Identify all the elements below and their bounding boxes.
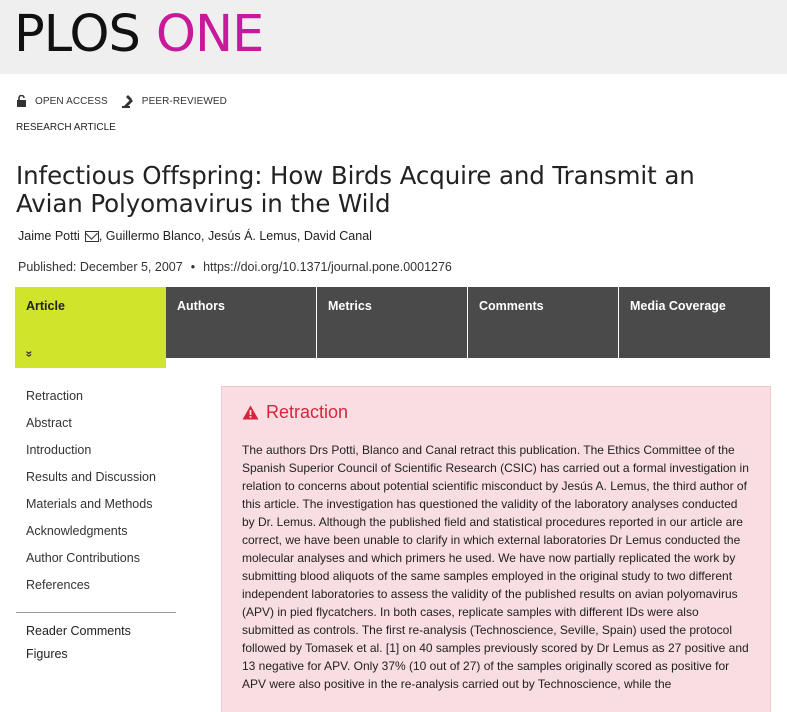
article-title: Infectious Offspring: How Birds Acquire …: [16, 161, 695, 218]
tab-article-label: Article: [26, 299, 65, 313]
nav-item-introduction[interactable]: Introduction: [26, 443, 186, 470]
tab-comments-label: Comments: [479, 299, 544, 313]
open-access-badge[interactable]: OPEN ACCESS: [16, 95, 108, 107]
nav-item-abstract[interactable]: Abstract: [26, 416, 186, 443]
mail-icon[interactable]: [84, 230, 99, 242]
nav-item-results-discussion[interactable]: Results and Discussion: [26, 470, 186, 497]
peer-review-icon: [121, 95, 133, 108]
retraction-body: The authors Drs Potti, Blanco and Canal …: [242, 443, 749, 691]
access-badges: OPEN ACCESS PEER-REVIEWED: [16, 93, 241, 109]
tab-authors[interactable]: Authors: [166, 287, 316, 358]
nav-item-author-contributions[interactable]: Author Contributions: [26, 551, 186, 578]
tab-media-coverage-label: Media Coverage: [630, 299, 726, 313]
tab-comments[interactable]: Comments: [468, 287, 618, 358]
author-lemus[interactable]: Jesús Á. Lemus: [208, 229, 297, 243]
retraction-notice: Retraction The authors Drs Potti, Blanco…: [221, 386, 771, 712]
tab-metrics-label: Metrics: [328, 299, 372, 313]
tab-metrics[interactable]: Metrics: [317, 287, 467, 358]
author-separator: ,: [296, 229, 304, 243]
published-date: Published: December 5, 2007: [18, 260, 183, 274]
nav-divider: [16, 612, 176, 613]
dot-separator: •: [190, 260, 196, 274]
retraction-title: Retraction: [266, 402, 349, 422]
author-potti[interactable]: Jaime Potti: [18, 229, 99, 243]
open-access-label: OPEN ACCESS: [35, 95, 108, 107]
lock-open-icon: [17, 95, 26, 107]
plos-one-logo[interactable]: PLOS ONE: [14, 4, 265, 66]
extra-nav: Reader Comments Figures: [26, 624, 186, 670]
author-list: Jaime Potti , Guillermo Blanco, Jesús Á.…: [18, 229, 372, 243]
logo-one-text: ONE: [155, 5, 265, 64]
masthead: PLOS ONE: [0, 0, 787, 74]
nav-item-figures[interactable]: Figures: [26, 647, 186, 670]
author-separator: ,: [200, 229, 208, 243]
doi-link[interactable]: https://doi.org/10.1371/journal.pone.000…: [203, 260, 452, 274]
nav-item-references[interactable]: References: [26, 578, 186, 605]
logo-plos-text: PLOS: [14, 5, 141, 64]
warning-icon: [242, 405, 259, 419]
chevron-down-icon[interactable]: »: [22, 351, 36, 358]
publication-info: Published: December 5, 2007 • https://doi.…: [18, 260, 452, 274]
nav-item-retraction[interactable]: Retraction: [26, 389, 186, 416]
retraction-heading: Retraction: [242, 401, 751, 423]
tab-authors-label: Authors: [177, 299, 225, 313]
article-type: RESEARCH ARTICLE: [16, 122, 116, 133]
peer-reviewed-label: PEER-REVIEWED: [141, 95, 227, 107]
nav-item-reader-comments[interactable]: Reader Comments: [26, 624, 186, 647]
peer-reviewed-badge[interactable]: PEER-REVIEWED: [121, 94, 227, 108]
nav-item-materials-methods[interactable]: Materials and Methods: [26, 497, 186, 524]
article-tabs: Article » Authors Metrics Comments Media…: [15, 287, 770, 368]
author-canal[interactable]: David Canal: [304, 229, 372, 243]
tab-media-coverage[interactable]: Media Coverage: [619, 287, 770, 358]
author-blanco[interactable]: Guillermo Blanco: [106, 229, 201, 243]
author-separator: ,: [98, 229, 106, 243]
section-nav: Retraction Abstract Introduction Results…: [26, 389, 186, 605]
nav-item-acknowledgments[interactable]: Acknowledgments: [26, 524, 186, 551]
author-name: Jaime Potti: [18, 229, 80, 243]
tab-article[interactable]: Article »: [15, 287, 166, 368]
